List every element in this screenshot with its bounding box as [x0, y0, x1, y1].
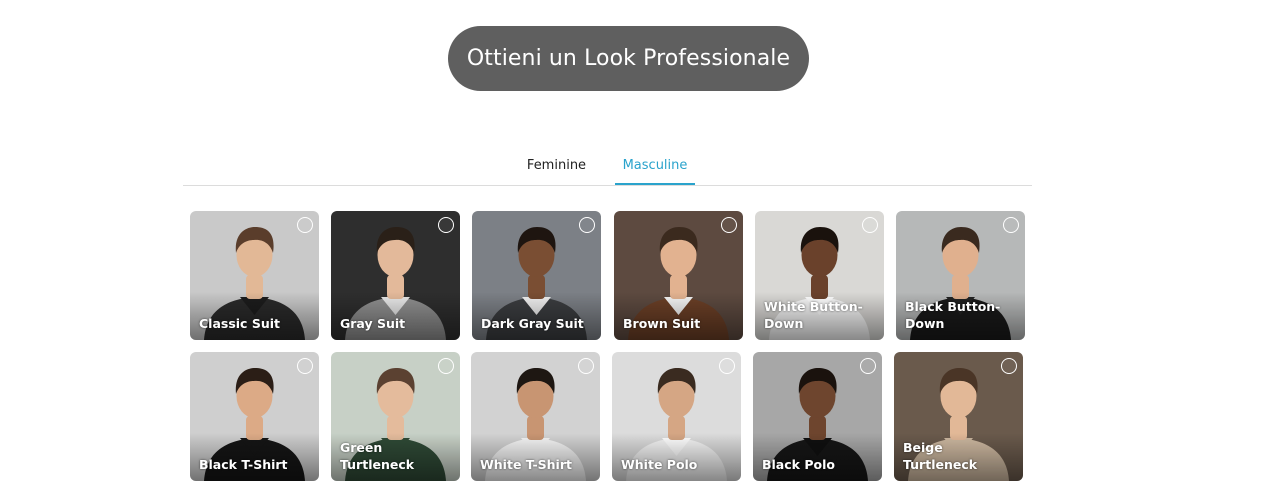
- style-card[interactable]: White T-Shirt: [471, 352, 600, 481]
- get-professional-look-button[interactable]: Ottieni un Look Professionale: [448, 26, 809, 91]
- style-card-label: White Polo: [621, 457, 698, 472]
- style-card-label: White Button-Down: [764, 299, 863, 331]
- style-card[interactable]: Brown Suit: [614, 211, 743, 340]
- style-card-label: Black Polo: [762, 457, 835, 472]
- select-radio[interactable]: [297, 217, 313, 233]
- style-card-label: Brown Suit: [623, 316, 701, 331]
- tab-masculine[interactable]: Masculine: [615, 158, 695, 186]
- select-radio[interactable]: [579, 217, 595, 233]
- select-radio[interactable]: [297, 358, 313, 374]
- select-radio[interactable]: [860, 358, 876, 374]
- style-card-label: Gray Suit: [340, 316, 406, 331]
- style-card[interactable]: Green Turtleneck: [331, 352, 460, 481]
- style-card[interactable]: Black Button-Down: [896, 211, 1025, 340]
- style-card[interactable]: White Polo: [612, 352, 741, 481]
- style-card-label: Classic Suit: [199, 316, 280, 331]
- select-radio[interactable]: [1001, 358, 1017, 374]
- style-card-label: White T-Shirt: [480, 457, 572, 472]
- select-radio[interactable]: [862, 217, 878, 233]
- select-radio[interactable]: [578, 358, 594, 374]
- select-radio[interactable]: [438, 358, 454, 374]
- style-card-label: Dark Gray Suit: [481, 316, 584, 331]
- select-radio[interactable]: [721, 217, 737, 233]
- style-card-label: Beige Turtleneck: [903, 440, 978, 472]
- style-card[interactable]: Beige Turtleneck: [894, 352, 1023, 481]
- select-radio[interactable]: [719, 358, 735, 374]
- style-card-label: Black T-Shirt: [199, 457, 288, 472]
- style-card[interactable]: Black T-Shirt: [190, 352, 319, 481]
- style-card-label: Black Button-Down: [905, 299, 1001, 331]
- style-card[interactable]: Dark Gray Suit: [472, 211, 601, 340]
- tab-feminine[interactable]: Feminine: [518, 158, 595, 186]
- select-radio[interactable]: [438, 217, 454, 233]
- style-card[interactable]: Black Polo: [753, 352, 882, 481]
- style-card[interactable]: Classic Suit: [190, 211, 319, 340]
- tabs-divider: [183, 185, 1032, 186]
- style-card-label: Green Turtleneck: [340, 440, 415, 472]
- select-radio[interactable]: [1003, 217, 1019, 233]
- style-card[interactable]: White Button-Down: [755, 211, 884, 340]
- style-card[interactable]: Gray Suit: [331, 211, 460, 340]
